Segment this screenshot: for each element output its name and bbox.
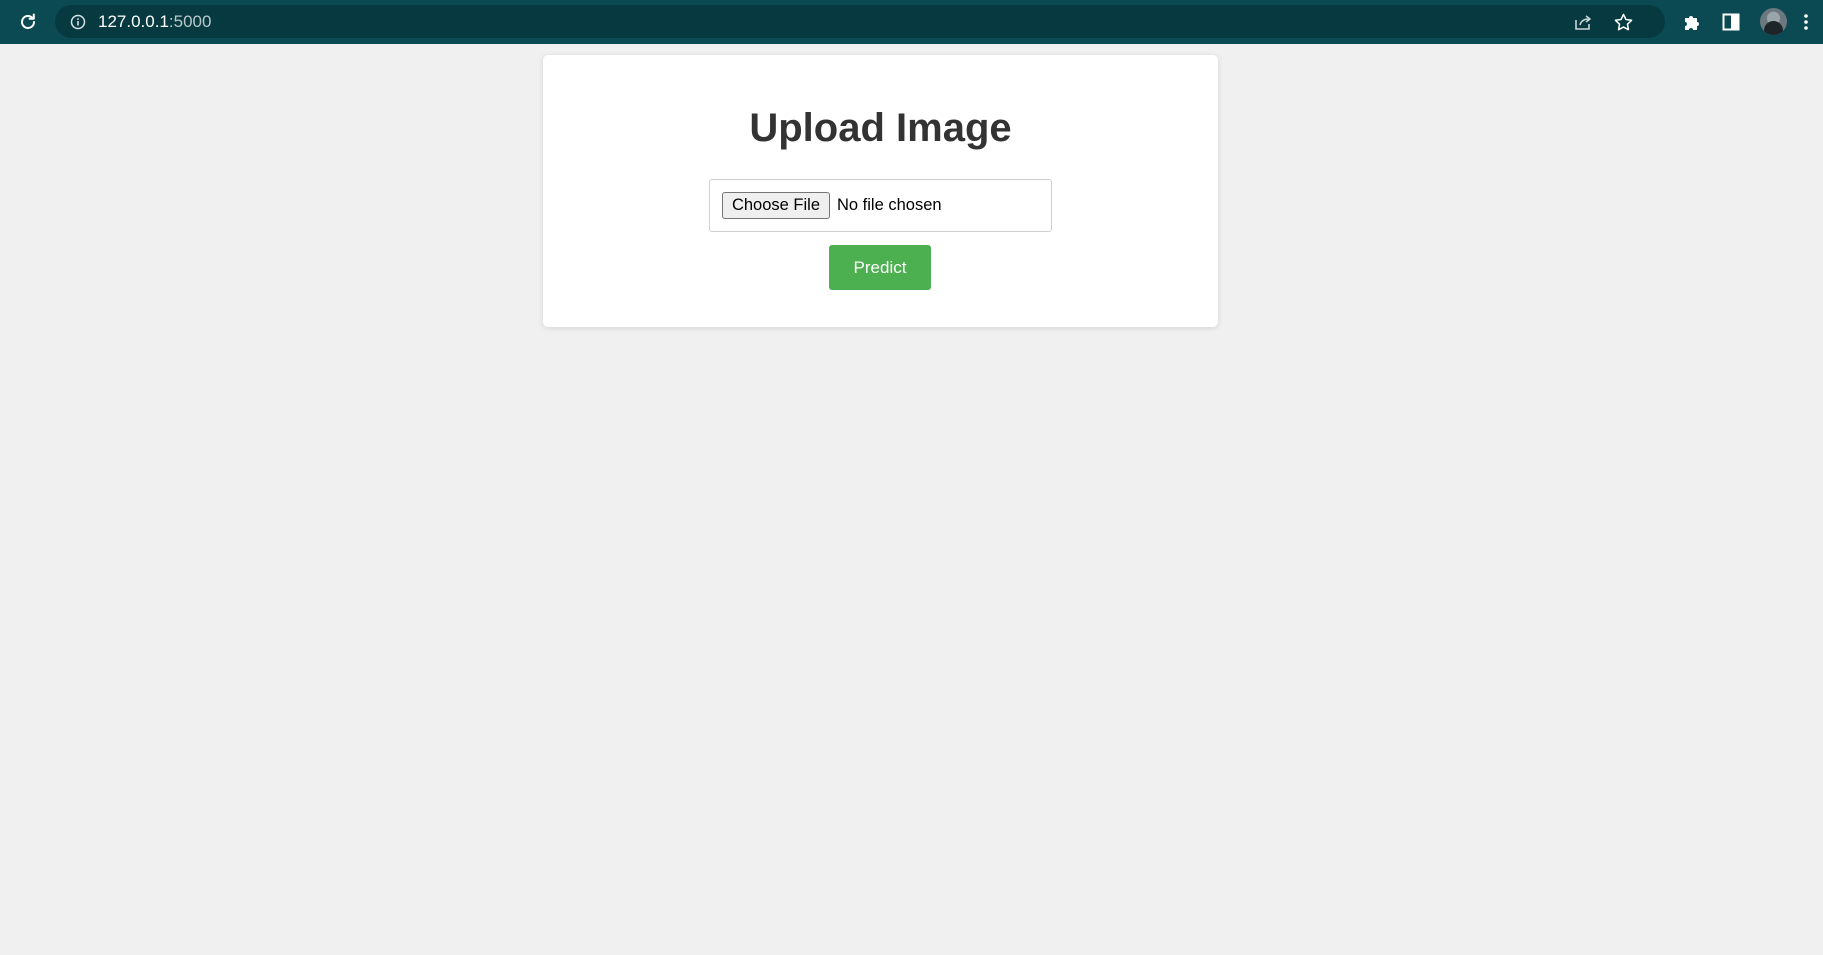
url-text[interactable]: 127.0.0.1:5000 — [98, 13, 211, 31]
file-input[interactable]: Choose File No file chosen — [709, 179, 1052, 232]
share-icon[interactable] — [1573, 13, 1593, 31]
url-port: :5000 — [168, 12, 212, 31]
avatar[interactable] — [1760, 8, 1787, 35]
predict-button[interactable]: Predict — [829, 245, 931, 290]
browser-toolbar: 127.0.0.1:5000 — [0, 0, 1823, 44]
info-icon[interactable] — [69, 13, 86, 30]
star-icon[interactable] — [1613, 13, 1633, 31]
puzzle-icon[interactable] — [1680, 10, 1704, 34]
page-title: Upload Image — [749, 106, 1012, 150]
url-host: 127.0.0.1 — [98, 12, 169, 31]
choose-file-button[interactable]: Choose File — [722, 192, 830, 219]
upload-card: Upload Image Choose File No file chosen … — [543, 55, 1218, 327]
side-panel-icon[interactable] — [1719, 10, 1743, 34]
reload-icon[interactable] — [16, 10, 40, 34]
file-status-text: No file chosen — [837, 196, 942, 214]
address-bar[interactable]: 127.0.0.1:5000 — [55, 5, 1665, 38]
kebab-menu-icon[interactable] — [1797, 10, 1815, 34]
